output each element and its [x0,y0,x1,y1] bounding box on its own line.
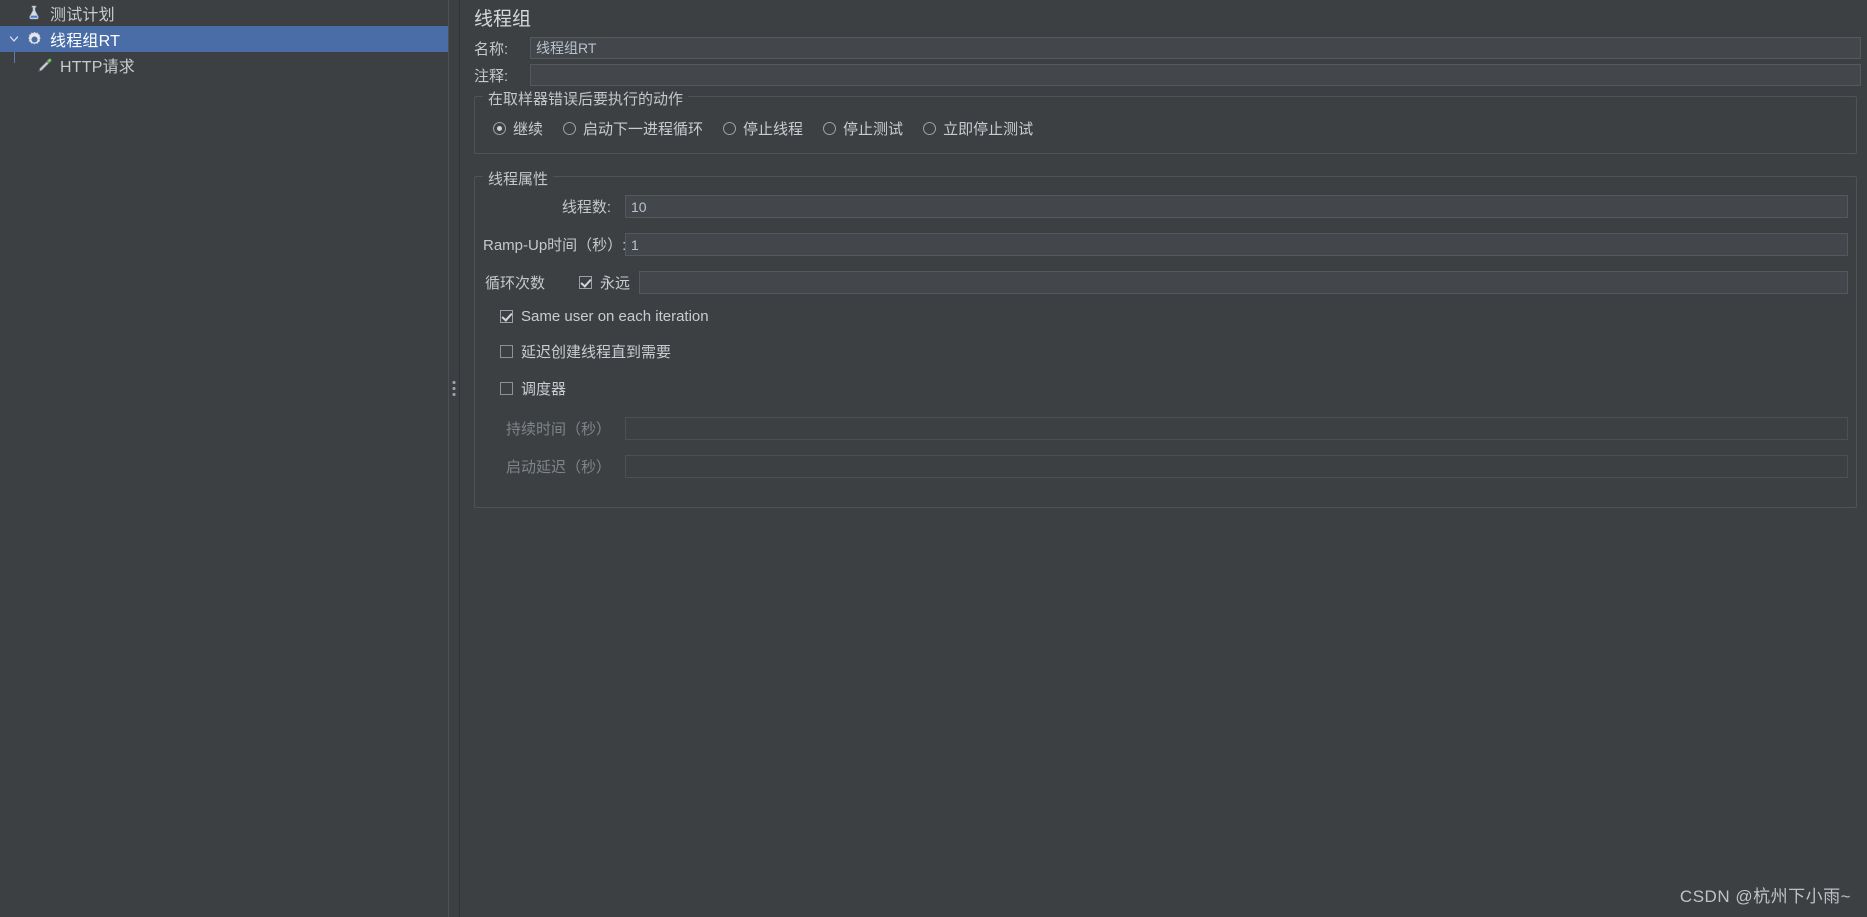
thread-group-icon [24,29,44,49]
ramp-up-row: Ramp-Up时间（秒）: 1 [483,233,1848,256]
name-field-row: 名称: 线程组RT [460,37,1867,59]
scheduler-checkbox[interactable]: 调度器 [500,378,566,399]
comment-field-row: 注释: [460,64,1867,86]
loop-forever-checkbox[interactable]: 永远 [579,272,639,293]
thread-group-config-panel: 线程组 名称: 线程组RT 注释: 在取样器错误后要执行的动作 继续 启动下一进… [460,0,1867,917]
same-user-checkbox[interactable]: Same user on each iteration [500,308,709,325]
page-title: 线程组 [474,9,532,30]
duration-row: 持续时间（秒） [483,417,1848,440]
comment-field-label: 注释: [474,67,509,85]
tree-item-label: HTTP请求 [60,59,135,76]
loop-count-label: 循环次数 [485,275,546,292]
thread-count-row: 线程数: 10 [483,195,1848,218]
radio-stop-thread[interactable]: 停止线程 [723,118,803,139]
radio-label: 停止测试 [843,121,904,138]
thread-count-label: 线程数: [561,199,611,216]
duration-input [625,417,1848,440]
radio-start-next-loop[interactable]: 启动下一进程循环 [563,118,703,139]
splitter-drag-handle[interactable] [452,381,456,396]
radio-label: 立即停止测试 [943,121,1034,138]
radio-circle-icon[interactable] [563,122,577,135]
jmeter-window: 测试计划 线程组RT HTTP请求 线程组 名称: 线程组RT 注释: 在取样器… [0,0,1867,917]
checkbox-icon[interactable] [500,310,513,323]
error-action-group-title: 在取样器错误后要执行的动作 [483,88,689,109]
delay-thread-creation-row: 延迟创建线程直到需要 [483,341,1848,362]
tree-item-label: 测试计划 [50,7,115,24]
loop-count-row: 循环次数 永远 [483,271,1848,294]
delay-thread-creation-label: 延迟创建线程直到需要 [521,344,672,361]
thread-properties-group-title: 线程属性 [483,168,554,189]
thread-count-input[interactable]: 10 [625,195,1848,218]
radio-stop-test[interactable]: 停止测试 [823,118,903,139]
chevron-down-icon[interactable] [6,31,22,47]
test-plan-tree-panel: 测试计划 线程组RT HTTP请求 [0,0,448,917]
ramp-up-label: Ramp-Up时间（秒）: [483,237,627,254]
radio-label: 继续 [513,121,544,138]
ramp-up-input[interactable]: 1 [625,233,1848,256]
radio-stop-test-now[interactable]: 立即停止测试 [923,118,1033,139]
startup-delay-label: 启动延迟（秒） [505,459,611,476]
tree-item-label: 线程组RT [50,33,121,50]
test-plan-icon [24,3,44,23]
delay-thread-creation-checkbox[interactable]: 延迟创建线程直到需要 [500,341,671,362]
duration-label: 持续时间（秒） [505,421,611,438]
handle-dot-icon [452,387,456,390]
thread-properties-groupbox: 线程属性 线程数: 10 Ramp-Up时间（秒）: 1 循环次数 永远 Sam… [474,168,1857,508]
handle-dot-icon [452,393,456,396]
error-action-radio-group: 继续 启动下一进程循环 停止线程 停止测试 立即停止测试 [483,113,1848,143]
loop-count-input[interactable] [639,271,1848,294]
csdn-watermark: CSDN @杭州下小雨~ [1679,887,1851,906]
comment-input[interactable] [530,64,1861,86]
radio-label: 启动下一进程循环 [583,121,704,138]
radio-circle-icon[interactable] [923,122,937,135]
radio-circle-icon[interactable] [493,122,506,135]
radio-continue[interactable]: 继续 [493,118,543,139]
same-user-row: Same user on each iteration [483,308,1848,325]
radio-circle-icon[interactable] [823,122,837,135]
startup-delay-row: 启动延迟（秒） [483,455,1848,478]
checkbox-icon[interactable] [500,345,513,358]
checkbox-icon[interactable] [579,276,592,289]
tree-item-thread-group[interactable]: 线程组RT [0,26,448,52]
scheduler-row: 调度器 [483,378,1848,399]
name-input[interactable]: 线程组RT [530,37,1861,59]
checkbox-icon[interactable] [500,382,513,395]
tree-item-test-plan[interactable]: 测试计划 [0,0,448,26]
startup-delay-input [625,455,1848,478]
radio-circle-icon[interactable] [723,122,737,135]
error-action-groupbox: 在取样器错误后要执行的动作 继续 启动下一进程循环 停止线程 停止测试 立即停止… [474,88,1857,154]
tree-item-http-request[interactable]: HTTP请求 [0,52,448,78]
name-field-label: 名称: [474,40,509,58]
radio-label: 停止线程 [743,121,804,138]
handle-dot-icon [452,381,456,384]
same-user-label: Same user on each iteration [521,308,709,325]
loop-forever-label: 永远 [600,275,631,292]
twisty-placeholder-icon [6,5,22,21]
panel-splitter[interactable] [448,0,460,917]
http-request-icon [34,55,54,75]
scheduler-label: 调度器 [521,381,567,398]
